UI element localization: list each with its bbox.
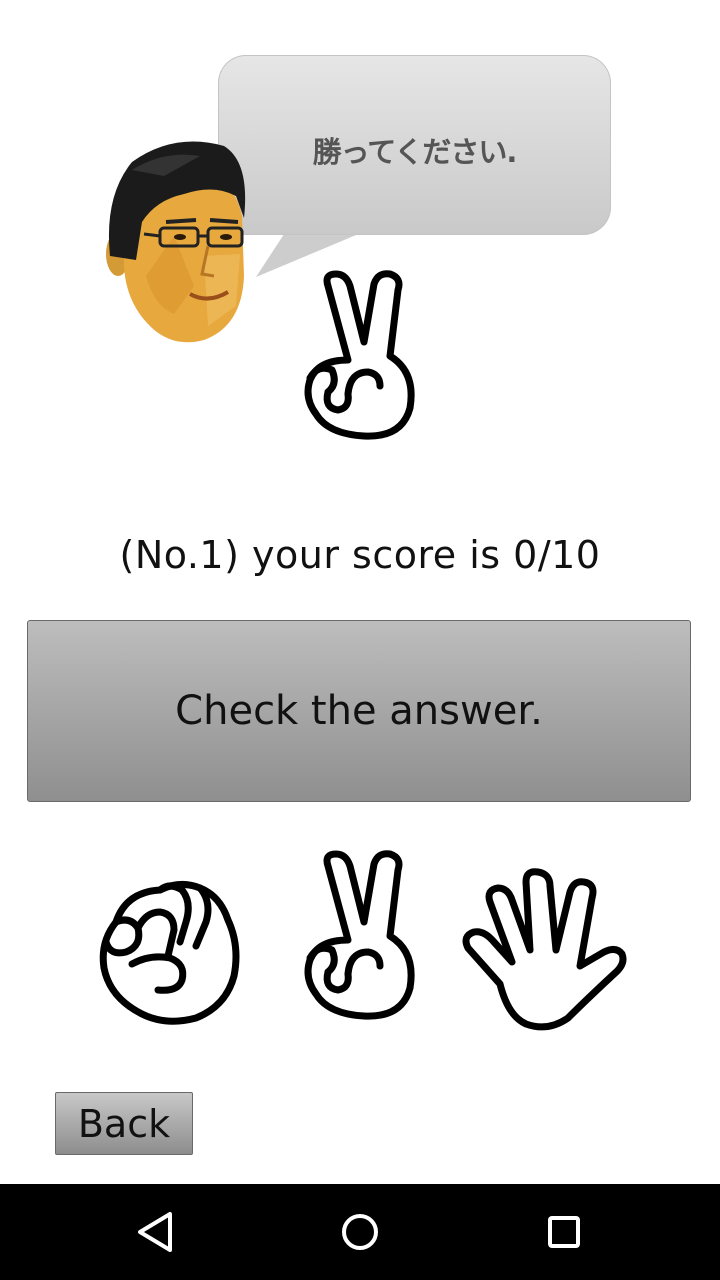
scissors-peace-sign-icon[interactable] xyxy=(298,848,422,1024)
speech-bubble-text: 勝ってください. xyxy=(312,135,518,169)
cpu-scissors-hand-icon xyxy=(304,270,415,440)
back-button[interactable]: Back xyxy=(55,1092,193,1155)
game-screen: 勝ってください. (No.1) your score is 0/10 Check… xyxy=(0,0,720,1184)
nav-back-triangle-icon[interactable] xyxy=(126,1204,186,1260)
system-navigation-bar xyxy=(0,1184,720,1280)
paper-open-hand-icon[interactable] xyxy=(460,866,632,1032)
speech-bubble: 勝ってください. xyxy=(218,55,611,235)
doctor-face-image xyxy=(106,141,246,343)
rock-fist-icon[interactable] xyxy=(96,872,244,1026)
nav-home-circle-icon[interactable] xyxy=(330,1204,390,1260)
score-text: (No.1) your score is 0/10 xyxy=(119,533,601,577)
check-answer-button[interactable]: Check the answer. xyxy=(27,620,691,802)
nav-recents-square-icon[interactable] xyxy=(534,1204,594,1260)
